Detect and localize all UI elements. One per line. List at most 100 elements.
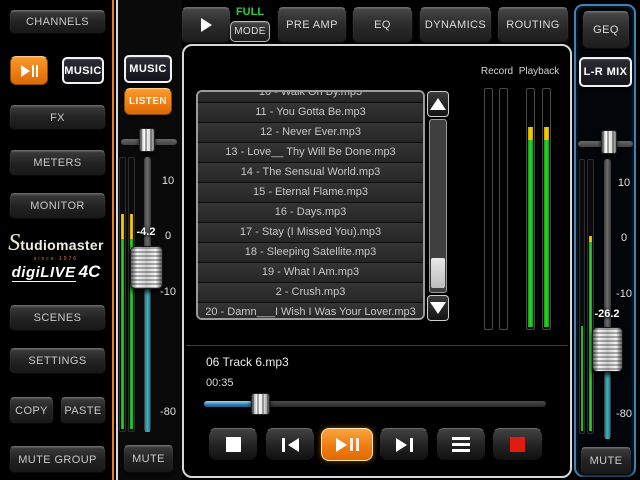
- routing-label: ROUTING: [506, 19, 560, 31]
- scrollbar-thumb[interactable]: [431, 258, 445, 288]
- channels-label: CHANNELS: [26, 16, 89, 28]
- product-model: 4C: [79, 262, 101, 281]
- playlist-items: 10 - Walk On By.mp3 11 - You Gotta Be.mp…: [198, 90, 423, 320]
- lr-mix-strip: GEQ L-R MIX -26.2 10 0 -10 -80 MUTE: [574, 4, 636, 477]
- playlist-item[interactable]: 14 - The Sensual World.mp3: [198, 163, 423, 183]
- music-scale-neg10: -10: [156, 286, 180, 298]
- playlist-item[interactable]: 10 - Walk On By.mp3: [198, 90, 423, 103]
- music-page-button[interactable]: MUSIC: [62, 57, 104, 84]
- channel-next-button[interactable]: [181, 7, 231, 43]
- music-strip-title: MUSIC: [124, 55, 172, 83]
- listen-button[interactable]: LISTEN: [124, 88, 172, 115]
- scrollbar-track[interactable]: [429, 119, 447, 293]
- mode-button[interactable]: MODE: [230, 21, 270, 42]
- playlist-item[interactable]: 12 - Never Ever.mp3: [198, 123, 423, 143]
- record-button[interactable]: [492, 428, 543, 461]
- meters-button[interactable]: METERS: [9, 150, 106, 176]
- studiomaster-logo: Studiomaster since 1976: [4, 230, 108, 262]
- music-scale-0: 0: [156, 230, 180, 242]
- mode-value: FULL: [228, 6, 272, 18]
- scroll-down-button[interactable]: [427, 295, 449, 321]
- pre-amp-label: PRE AMP: [286, 19, 338, 31]
- routing-tab[interactable]: ROUTING: [497, 7, 569, 43]
- playlist-item[interactable]: 16 - Days.mp3: [198, 203, 423, 223]
- mix-meter-left: [579, 159, 585, 434]
- dynamics-label: DYNAMICS: [425, 19, 486, 31]
- panel-divider: [186, 345, 568, 346]
- record-icon: [510, 437, 525, 452]
- music-pan-knob[interactable]: [139, 128, 155, 152]
- music-fader-track[interactable]: [144, 157, 151, 432]
- play-pause-sidebar-button[interactable]: [10, 56, 48, 85]
- previous-track-button[interactable]: [265, 428, 315, 461]
- scroll-up-button[interactable]: [427, 91, 449, 117]
- monitor-label: MONITOR: [30, 200, 85, 212]
- playlist-item[interactable]: 11 - You Gotta Be.mp3: [198, 103, 423, 123]
- copy-button[interactable]: COPY: [9, 397, 54, 424]
- music-fader-knob[interactable]: [130, 246, 163, 289]
- music-mute-button[interactable]: MUTE: [123, 445, 174, 473]
- playback-meter-right: [542, 88, 551, 330]
- playback-meter-left: [526, 88, 535, 330]
- music-scale-10: 10: [156, 175, 180, 187]
- playlist-item[interactable]: 13 - Love__ Thy Will Be Done.mp3: [198, 143, 423, 163]
- mix-mute-button[interactable]: MUTE: [580, 447, 632, 475]
- arrow-right-icon: [201, 18, 212, 32]
- playlist-menu-button[interactable]: [436, 428, 486, 461]
- scroll-down-icon: [430, 302, 446, 314]
- mix-pan-knob[interactable]: [601, 130, 617, 154]
- mix-fader-knob[interactable]: [592, 327, 623, 372]
- mix-meter-right: [587, 159, 594, 434]
- paste-button[interactable]: PASTE: [60, 397, 106, 424]
- geq-label: GEQ: [593, 24, 619, 36]
- next-icon: [410, 438, 413, 452]
- music-page-label: MUSIC: [64, 65, 101, 77]
- pause-bar-1: [350, 438, 353, 451]
- mix-scale-neg80: -80: [612, 408, 636, 420]
- mix-scale-0: 0: [612, 232, 636, 244]
- channels-button[interactable]: CHANNELS: [9, 10, 106, 34]
- sidebar-divider-orange: [112, 0, 114, 480]
- pre-amp-tab[interactable]: PRE AMP: [277, 7, 347, 43]
- stop-icon: [226, 437, 241, 452]
- record-meter-left: [484, 88, 493, 330]
- mix-scale-10: 10: [612, 177, 636, 189]
- record-meter-right: [499, 88, 508, 330]
- geq-button[interactable]: GEQ: [582, 11, 630, 49]
- settings-button[interactable]: SETTINGS: [9, 348, 106, 374]
- seek-knob[interactable]: [251, 393, 270, 415]
- scenes-label: SCENES: [34, 312, 82, 324]
- listen-label: LISTEN: [129, 96, 167, 107]
- eq-tab[interactable]: EQ: [352, 7, 413, 43]
- scenes-button[interactable]: SCENES: [9, 305, 106, 331]
- copy-label: COPY: [15, 405, 48, 417]
- menu-icon: [452, 437, 470, 452]
- mix-fader-value: -26.2: [588, 308, 626, 320]
- mix-fader-track[interactable]: [604, 159, 611, 439]
- previous-icon-triangle: [288, 438, 299, 452]
- music-meter-left: [119, 157, 126, 432]
- playlist-item[interactable]: 2 - Crush.mp3: [198, 283, 423, 303]
- paste-label: PASTE: [64, 405, 101, 417]
- playlist-item[interactable]: 18 - Sleeping Satellite.mp3: [198, 243, 423, 263]
- playlist-item[interactable]: 20 - Damn___I Wish I Was Your Lover.mp3: [198, 303, 423, 320]
- play-pause-button[interactable]: [321, 428, 373, 461]
- pause-bar-2: [356, 438, 359, 451]
- playlist-item[interactable]: 17 - Stay (I Missed You).mp3: [198, 223, 423, 243]
- previous-icon: [282, 438, 285, 452]
- monitor-button[interactable]: MONITOR: [9, 193, 106, 219]
- playlist-item[interactable]: 15 - Eternal Flame.mp3: [198, 183, 423, 203]
- playlist-item[interactable]: 19 - What I Am.mp3: [198, 263, 423, 283]
- stop-button[interactable]: [208, 428, 258, 461]
- playlist-scrollbar: [427, 91, 449, 321]
- play-icon: [336, 438, 347, 452]
- music-mute-label: MUTE: [132, 453, 165, 465]
- elapsed-time: 00:35: [206, 377, 234, 389]
- mute-group-button[interactable]: MUTE GROUP: [9, 446, 106, 473]
- digilive-logo: digiLIVE4C: [4, 262, 108, 282]
- next-track-button[interactable]: [379, 428, 429, 461]
- settings-label: SETTINGS: [28, 355, 86, 367]
- mute-group-label: MUTE GROUP: [18, 454, 97, 466]
- fx-button[interactable]: FX: [9, 105, 106, 130]
- dynamics-tab[interactable]: DYNAMICS: [419, 7, 492, 43]
